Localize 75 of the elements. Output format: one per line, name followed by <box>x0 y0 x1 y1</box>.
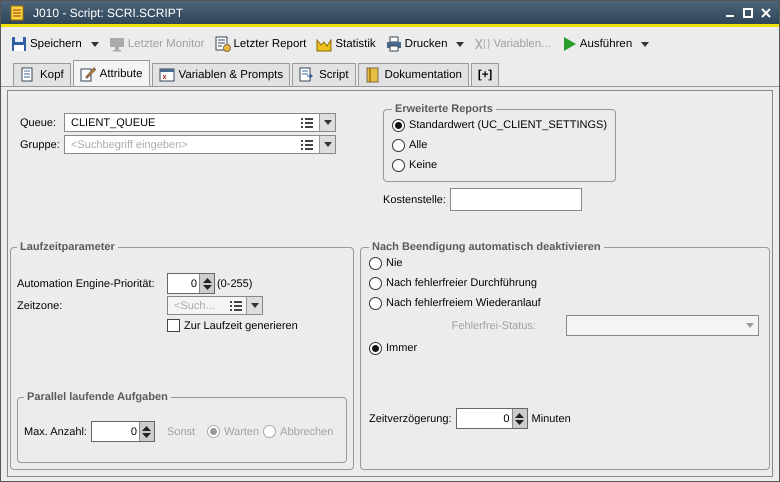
status-label: Fehlerfrei-Status: <box>452 320 536 332</box>
radio-button[interactable] <box>369 342 382 354</box>
tab[interactable]: Dokumentation <box>358 63 469 86</box>
pencil-icon <box>80 66 96 82</box>
toolbar-button[interactable]: Drucken <box>384 34 466 54</box>
delay-unit: Minuten <box>532 412 571 424</box>
list-icon <box>301 140 313 150</box>
report-icon <box>214 36 230 52</box>
queue-label: Queue: <box>20 116 58 128</box>
radio-option[interactable]: Standardwert (UC_CLIENT_SETTINGS) <box>392 115 608 135</box>
group-title: Nach Beendigung automatisch deaktivieren <box>371 241 602 253</box>
variables-window-icon <box>158 67 174 83</box>
checkbox-label: Zur Laufzeit generieren <box>184 320 298 332</box>
cost-center-label: Kostenstelle: <box>383 194 446 206</box>
caret-icon <box>746 323 754 328</box>
spin-arrows-icon <box>202 276 212 290</box>
caret-icon <box>90 42 99 46</box>
toolbar-button[interactable]: Statistik <box>314 34 378 54</box>
queue-combobox[interactable]: CLIENT_QUEUE <box>64 113 336 132</box>
radio-option[interactable]: Alle <box>392 135 608 155</box>
priority-spinbox[interactable]: 0 <box>167 273 215 294</box>
toolbar-button[interactable]: Speichern <box>9 34 101 54</box>
document-icon <box>9 4 25 20</box>
max-count-label: Max. Anzahl: <box>24 426 87 438</box>
window-title: J010 - Script: SCRI.SCRIPT <box>33 6 184 20</box>
checkbox[interactable] <box>167 319 180 332</box>
maximize-icon[interactable] <box>743 8 753 18</box>
caret-icon <box>641 42 650 46</box>
status-combobox[interactable] <box>566 315 759 336</box>
radio-button[interactable] <box>392 118 405 132</box>
radio-option[interactable]: Nach fehlerfreier Durchführung <box>369 273 759 293</box>
radio-option[interactable]: Nach fehlerfreiem Wiederanlauf <box>369 293 759 313</box>
caret-icon <box>456 42 464 46</box>
close-icon[interactable] <box>761 8 771 18</box>
toolbar-button[interactable]: Ausführen <box>558 34 652 54</box>
spin-arrows-icon <box>142 424 152 438</box>
priority-range: (0-255) <box>217 278 252 290</box>
toolbar-button[interactable]: Letzter Report <box>212 34 308 54</box>
spin-arrows-icon <box>515 412 524 426</box>
list-icon <box>301 118 313 128</box>
priority-label: Automation Engine-Priorität: <box>17 278 156 290</box>
caret-icon <box>250 303 258 308</box>
cost-center-field[interactable] <box>450 188 582 211</box>
radio-option[interactable]: Nie <box>369 253 759 273</box>
group-title: Erweiterte Reports <box>394 103 494 115</box>
caret-icon <box>324 142 332 147</box>
otherwise-label: Sonst <box>166 426 196 438</box>
radio-option[interactable]: Keine <box>392 155 608 175</box>
printer-icon <box>386 36 402 52</box>
radio-option[interactable]: Immer <box>369 338 759 358</box>
radio-button[interactable] <box>207 425 220 438</box>
radio-button[interactable] <box>369 256 382 270</box>
delay-label: Zeitverzögerung: <box>369 412 452 424</box>
radio-button[interactable] <box>369 276 382 290</box>
radio-button[interactable] <box>392 138 405 152</box>
tab[interactable]: Attribute <box>72 60 150 86</box>
monitor-icon <box>108 36 125 52</box>
book-icon <box>364 67 381 83</box>
tab[interactable]: Variablen & Prompts <box>152 63 290 86</box>
radio-button[interactable] <box>392 158 405 172</box>
radio-button[interactable] <box>369 296 382 310</box>
group-title: Parallel laufende Aufgaben <box>26 391 169 403</box>
max-count-spinbox[interactable]: 0 <box>90 421 155 442</box>
script-icon <box>299 67 316 83</box>
caret-icon <box>324 120 332 125</box>
variables-icon <box>474 36 490 52</box>
tab[interactable]: Kopf <box>13 63 71 86</box>
radio-button[interactable] <box>263 425 276 438</box>
tab[interactable]: [+] <box>470 63 500 86</box>
list-icon <box>230 300 242 310</box>
tab[interactable]: Script <box>292 63 356 86</box>
delay-spinbox[interactable]: 0 <box>456 408 528 429</box>
timezone-label: Zeitzone: <box>17 300 64 312</box>
group-label: Gruppe: <box>20 138 60 150</box>
group-title: Laufzeitparameter <box>19 241 116 253</box>
